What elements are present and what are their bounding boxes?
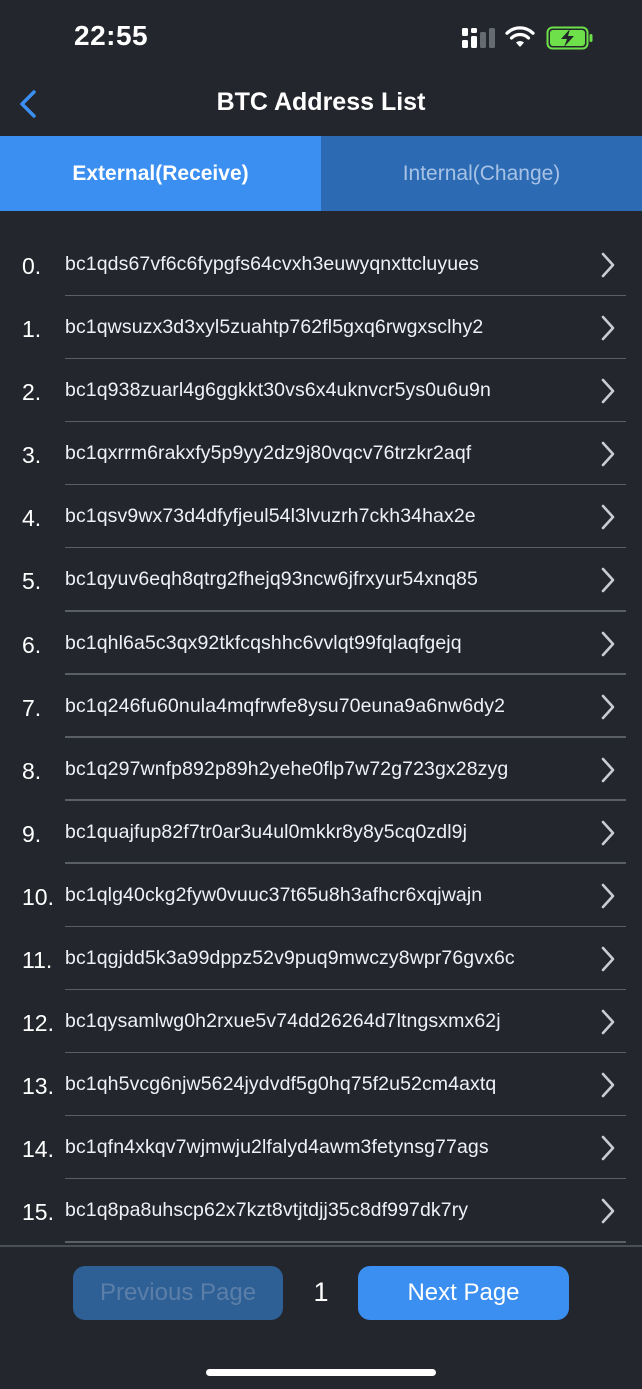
chevron-right-icon bbox=[601, 757, 615, 783]
chevron-right-icon bbox=[601, 1199, 615, 1224]
address-index: 9. bbox=[22, 820, 42, 847]
address-index: 12. bbox=[22, 1010, 54, 1037]
address-row[interactable]: 11. bc1qgjdd5k3a99dppz52v9puq9mwczy8wpr76… bbox=[0, 927, 642, 991]
chevron-right-icon bbox=[601, 505, 615, 530]
address-index: 4. bbox=[22, 505, 42, 532]
address-text: bc1qsv9wx73d4dfyfjeul54l3lvuzrh7ckh34hax… bbox=[65, 505, 476, 528]
address-index: 11. bbox=[22, 947, 53, 974]
address-index: 2. bbox=[22, 379, 42, 406]
address-text: bc1q297wnfp892p89h2yehe0flp7w72g723gx28z… bbox=[65, 757, 509, 780]
address-row[interactable]: 7. bc1q246fu60nula4mqfrwfe8ysu70euna9a6nw… bbox=[0, 675, 642, 738]
address-index: 14. bbox=[22, 1136, 54, 1163]
address-text: bc1quajfup82f7tr0ar3u4ul0mkkr8y8y5cq0zdl… bbox=[65, 820, 468, 843]
chevron-right-icon bbox=[601, 1072, 615, 1098]
chevron-right-icon bbox=[601, 1136, 615, 1161]
address-text: bc1qyuv6eqh8qtrg2fhejq93ncw6jfrxyur54xnq… bbox=[65, 568, 478, 591]
row-divider bbox=[65, 1241, 626, 1243]
next-page-button[interactable]: Next Page bbox=[358, 1266, 569, 1320]
chevron-right-icon bbox=[601, 883, 615, 909]
address-text: bc1q8pa8uhscp62x7kzt8vtjtdjj35c8df997dk7… bbox=[65, 1199, 469, 1222]
address-text: bc1q246fu60nula4mqfrwfe8ysu70euna9a6nw6d… bbox=[65, 694, 506, 717]
address-row[interactable]: 9. bc1quajfup82f7tr0ar3u4ul0mkkr8y8y5cq0z… bbox=[0, 801, 642, 864]
address-row[interactable]: 1. bc1qwsuzx3d3xyl5zuahtp762fl5gxq6rwgxsc… bbox=[0, 296, 642, 360]
address-row[interactable]: 8. bc1q297wnfp892p89h2yehe0flp7w72g723gx2… bbox=[0, 738, 642, 801]
address-index: 7. bbox=[22, 694, 42, 721]
address-index: 0. bbox=[22, 253, 42, 279]
chevron-right-icon bbox=[601, 694, 615, 719]
address-text: bc1qlg40ckg2fyw0vuuc37t65u8h3afhcr6xqjwa… bbox=[65, 883, 483, 906]
navigation-bar: BTC Address List bbox=[0, 76, 642, 136]
address-text: bc1qysamlwg0h2rxue5v74dd26264d7ltngsxmx6… bbox=[65, 1010, 501, 1033]
chevron-right-icon bbox=[601, 315, 615, 341]
address-row[interactable]: 0. bc1qds67vf6c6fypgfs64cvxh3euwyqnxttclu… bbox=[0, 233, 642, 297]
address-index: 15. bbox=[22, 1199, 54, 1226]
page-title: BTC Address List bbox=[216, 88, 426, 116]
tab-internal-change[interactable]: Internal(Change) bbox=[321, 136, 642, 211]
address-index: 6. bbox=[22, 631, 42, 658]
chevron-right-icon bbox=[601, 568, 615, 593]
address-row[interactable]: 10. bc1qlg40ckg2fyw0vuuc37t65u8h3afhcr6xq… bbox=[0, 864, 642, 928]
chevron-right-icon bbox=[601, 946, 615, 972]
cellular-signal-icon bbox=[462, 28, 495, 48]
address-text: bc1qfn4xkqv7wjmwju2lfalyd4awm3fetynsg77a… bbox=[65, 1136, 489, 1159]
previous-page-button[interactable]: Previous Page bbox=[73, 1266, 283, 1320]
address-text: bc1qwsuzx3d3xyl5zuahtp762fl5gxq6rwgxsclh… bbox=[65, 316, 484, 339]
battery-charging-icon bbox=[546, 26, 593, 50]
status-time: 22:55 bbox=[74, 20, 149, 51]
chevron-right-icon bbox=[601, 252, 615, 278]
address-text: bc1q938zuarl4g6ggkkt30vs6x4uknvcr5ys0u6u… bbox=[65, 379, 491, 402]
address-row[interactable]: 4. bc1qsv9wx73d4dfyfjeul54l3lvuzrh7ckh34h… bbox=[0, 485, 642, 549]
chevron-right-icon bbox=[601, 820, 615, 846]
address-index: 13. bbox=[22, 1073, 54, 1100]
wifi-icon bbox=[505, 26, 535, 47]
address-row[interactable]: 13. bc1qh5vcg6njw5624jydvdf5g0hq75f2u52cm… bbox=[0, 1053, 642, 1117]
current-page-number: 1 bbox=[313, 1277, 329, 1307]
home-indicator bbox=[206, 1369, 436, 1376]
address-list: 0. bc1qds67vf6c6fypgfs64cvxh3euwyqnxttclu… bbox=[0, 233, 642, 1243]
chevron-right-icon bbox=[601, 1009, 615, 1035]
chevron-right-icon bbox=[601, 378, 615, 404]
address-text: bc1qhl6a5c3qx92tkfcqshhc6vvlqt99fqlaqfge… bbox=[65, 631, 462, 654]
chevron-right-icon bbox=[601, 441, 615, 467]
address-type-tabs: External(Receive) Internal(Change) bbox=[0, 136, 642, 211]
address-row[interactable]: 15. bc1q8pa8uhscp62x7kzt8vtjtdjj35c8df997… bbox=[0, 1179, 642, 1243]
status-bar: 22:55 bbox=[0, 0, 642, 76]
chevron-right-icon bbox=[601, 631, 615, 656]
address-row[interactable]: 5. bc1qyuv6eqh8qtrg2fhejq93ncw6jfrxyur54x… bbox=[0, 548, 642, 612]
address-row[interactable]: 2. bc1q938zuarl4g6ggkkt30vs6x4uknvcr5ys0u… bbox=[0, 359, 642, 423]
address-index: 3. bbox=[22, 442, 42, 469]
address-row[interactable]: 12. bc1qysamlwg0h2rxue5v74dd26264d7ltngsx… bbox=[0, 990, 642, 1054]
address-text: bc1qgjdd5k3a99dppz52v9puq9mwczy8wpr76gvx… bbox=[65, 947, 515, 970]
tab-external-receive[interactable]: External(Receive) bbox=[0, 136, 321, 211]
address-index: 10. bbox=[22, 883, 54, 910]
address-row[interactable]: 6. bc1qhl6a5c3qx92tkfcqshhc6vvlqt99fqlaqf… bbox=[0, 612, 642, 675]
address-text: bc1qxrrm6rakxfy5p9yy2dz9j80vqcv76trzkr2a… bbox=[65, 442, 472, 465]
address-row[interactable]: 14. bc1qfn4xkqv7wjmwju2lfalyd4awm3fetynsg… bbox=[0, 1116, 642, 1180]
address-text: bc1qh5vcg6njw5624jydvdf5g0hq75f2u52cm4ax… bbox=[65, 1073, 497, 1096]
address-text: bc1qds67vf6c6fypgfs64cvxh3euwyqnxttcluyu… bbox=[65, 253, 479, 275]
address-index: 8. bbox=[22, 757, 42, 784]
pagination-bar: Previous Page 1 Next Page bbox=[0, 1247, 642, 1389]
address-row[interactable]: 3. bc1qxrrm6rakxfy5p9yy2dz9j80vqcv76trzkr… bbox=[0, 422, 642, 486]
address-index: 5. bbox=[22, 568, 42, 595]
address-index: 1. bbox=[22, 316, 42, 343]
